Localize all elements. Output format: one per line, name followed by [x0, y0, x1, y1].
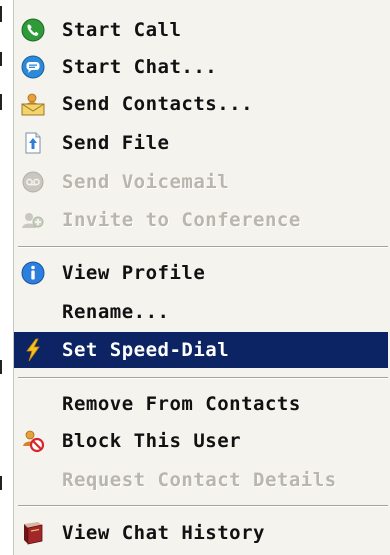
menu-item-label: Invite to Conference	[62, 209, 301, 231]
background-window-edge	[0, 0, 13, 555]
menu-item-label: Start Call	[62, 19, 182, 41]
file-upload-icon	[20, 131, 46, 155]
menu-separator	[18, 377, 388, 379]
menu-item-rename[interactable]: Rename...	[14, 294, 388, 330]
menu-item-label: Start Chat...	[62, 56, 218, 78]
menu-item-view-chat-history[interactable]: View Chat History	[14, 515, 388, 551]
menu-item-block-this-user[interactable]: Block This User	[14, 423, 388, 459]
menu-item-label: Send File	[62, 132, 170, 154]
voicemail-icon	[20, 170, 46, 194]
context-menu: Start Call Start Chat... Send Contacts..…	[13, 0, 390, 555]
menu-item-send-voicemail[interactable]: Send Voicemail	[14, 164, 388, 200]
menu-item-start-call[interactable]: Start Call	[14, 12, 388, 48]
menu-item-label: Set Speed-Dial	[62, 339, 230, 361]
menu-item-invite-to-conference[interactable]: Invite to Conference	[14, 202, 388, 238]
menu-item-label: Remove From Contacts	[62, 393, 301, 415]
menu-item-send-file[interactable]: Send File	[14, 125, 388, 161]
menu-separator	[18, 505, 388, 507]
chat-bubble-icon	[20, 55, 46, 79]
menu-item-start-chat[interactable]: Start Chat...	[14, 49, 388, 85]
phone-icon	[20, 18, 46, 42]
menu-item-label: Rename...	[62, 301, 170, 323]
menu-item-label: Send Voicemail	[62, 171, 230, 193]
menu-item-label: Block This User	[62, 430, 242, 452]
menu-item-remove-from-contacts[interactable]: Remove From Contacts	[14, 386, 388, 422]
menu-item-set-speed-dial[interactable]: Set Speed-Dial	[14, 332, 388, 368]
menu-item-request-contact-details[interactable]: Request Contact Details	[14, 462, 388, 498]
menu-item-label: View Chat History	[62, 522, 265, 544]
menu-item-label: Request Contact Details	[62, 469, 337, 491]
lightning-icon	[20, 338, 46, 362]
menu-item-label: Send Contacts...	[62, 93, 254, 115]
menu-item-view-profile[interactable]: View Profile	[14, 255, 388, 291]
menu-separator	[18, 246, 388, 248]
conference-icon	[20, 208, 46, 232]
info-icon	[20, 261, 46, 285]
history-book-icon	[20, 521, 46, 545]
menu-item-send-contacts[interactable]: Send Contacts...	[14, 86, 388, 122]
block-user-icon	[20, 429, 46, 453]
menu-item-label: View Profile	[62, 262, 206, 284]
contacts-envelope-icon	[20, 92, 46, 116]
